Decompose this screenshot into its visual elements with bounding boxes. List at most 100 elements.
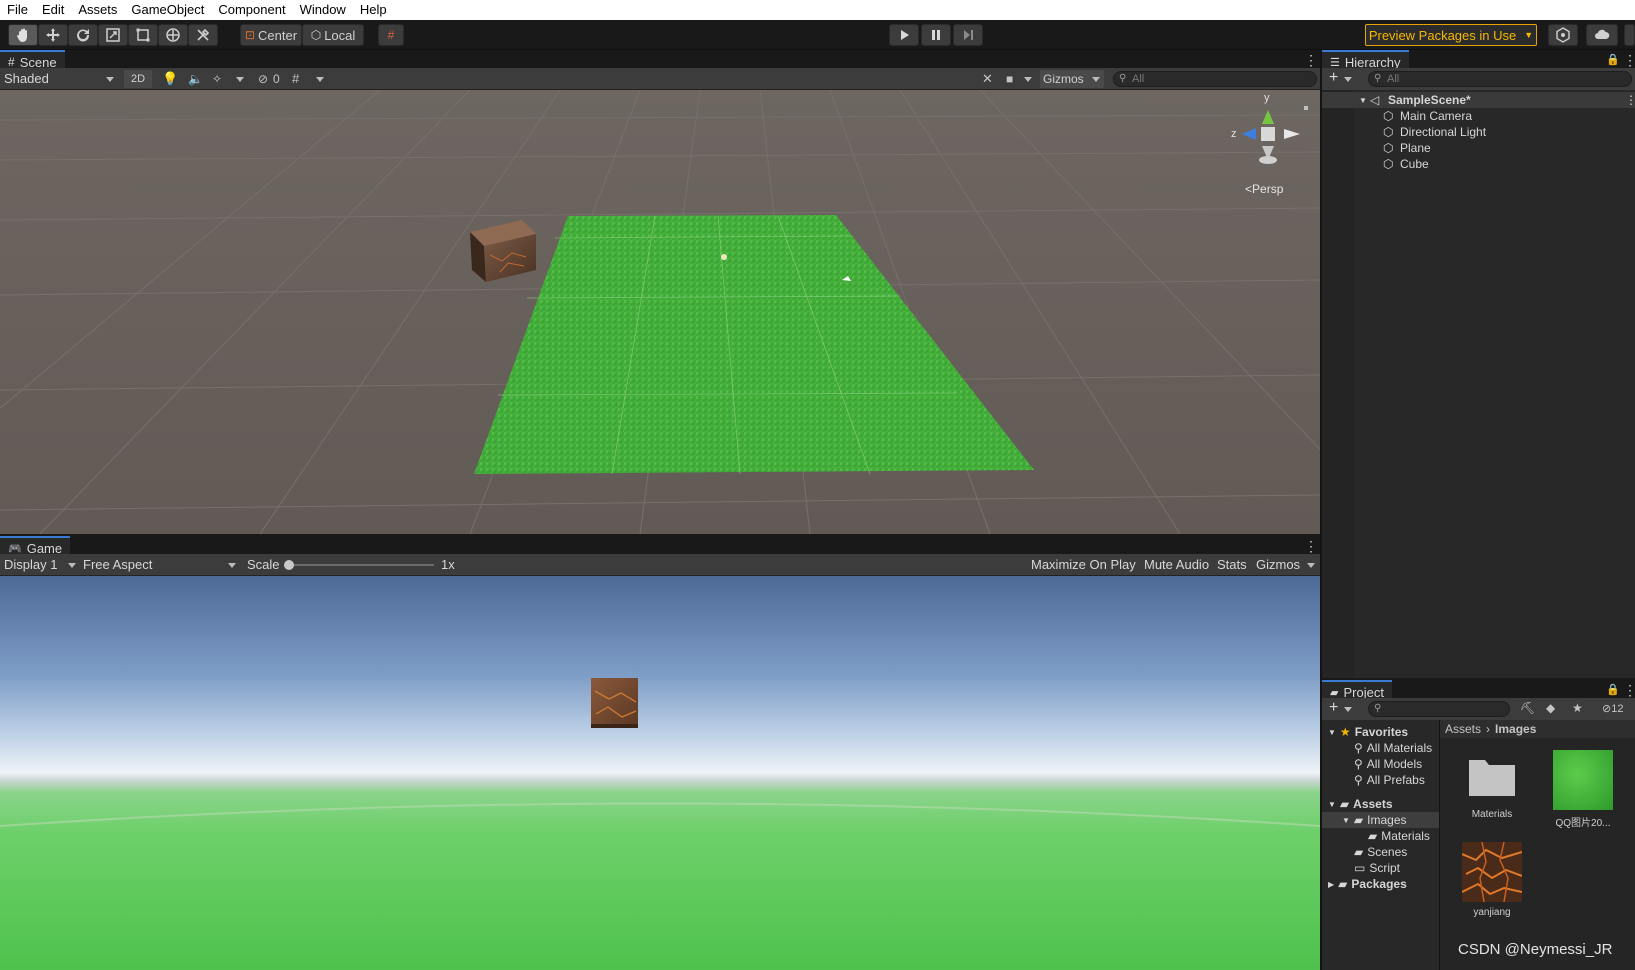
menu-component[interactable]: Component [211,0,292,20]
custom-tool-button[interactable] [188,24,218,46]
tree-favorite-item[interactable]: ⚲ All Prefabs [1354,772,1425,788]
hierarchy-more-icon[interactable]: ⋮ [1623,53,1635,67]
maximize-on-play-toggle[interactable]: Maximize On Play [1031,557,1136,572]
pause-button[interactable] [921,24,951,46]
mute-audio-toggle[interactable]: Mute Audio [1144,557,1209,572]
tree-script[interactable]: ▭ Script [1354,860,1400,876]
hierarchy-scene-row[interactable]: ▼ ◁ SampleScene* ⋮ [1322,92,1635,108]
menu-file[interactable]: File [0,0,35,20]
hand-tool-button[interactable] [8,24,38,46]
scene-more-menu-icon[interactable]: ⋮ [1625,93,1635,107]
toggle-2d-button[interactable]: 2D [124,69,152,88]
gameobject-cube-icon: ⬡ [1383,157,1394,171]
display-dropdown[interactable]: Display 1 [4,557,57,572]
hierarchy-item[interactable]: ⬡ Directional Light [1322,124,1635,140]
expand-triangle-icon[interactable]: ▼ [1359,96,1367,105]
rect-tool-button[interactable] [128,24,158,46]
perspective-toggle[interactable]: <Persp [1245,182,1283,196]
tree-favorites[interactable]: ▼ ★ Favorites [1328,724,1408,740]
tree-favorite-item[interactable]: ⚲ All Materials [1354,740,1432,756]
orientation-gizmo[interactable] [1228,96,1308,168]
game-gizmos-arrow-icon[interactable] [1307,563,1315,568]
asset-tile[interactable]: Materials [1452,754,1532,820]
preview-packages-button[interactable]: Preview Packages in Use ▼ [1365,24,1537,46]
draw-mode-dropdown[interactable]: Shaded [4,71,49,86]
gizmo-lock-icon[interactable] [1304,106,1308,110]
tree-favorite-item[interactable]: ⚲ All Models [1354,756,1422,772]
display-arrow-icon[interactable] [68,563,76,568]
scale-tool-button[interactable] [98,24,128,46]
tree-materials[interactable]: ▰ Materials [1368,828,1430,844]
breadcrumb-root[interactable]: Assets [1445,722,1481,736]
camera-arrow-icon[interactable] [1024,77,1032,82]
favorite-star-icon[interactable]: ★ [1572,701,1583,715]
scale-slider-track[interactable] [288,564,434,566]
transform-icon [166,28,180,42]
move-tool-button[interactable] [38,24,68,46]
hierarchy-item[interactable]: ⬡ Main Camera [1322,108,1635,124]
grid-snap-button[interactable]: # [378,24,404,46]
hierarchy-item[interactable]: ⬡ Cube [1322,156,1635,172]
menu-edit[interactable]: Edit [35,0,71,20]
search-by-type-icon[interactable]: ⛏ [1520,701,1535,715]
breadcrumb-current[interactable]: Images [1495,722,1536,736]
project-search-input[interactable]: ⚲ [1368,701,1510,717]
aspect-dropdown[interactable]: Free Aspect [83,557,152,572]
tree-assets[interactable]: ▼ ▰ Assets [1328,796,1393,812]
search-by-label-icon[interactable]: ◆ [1546,701,1555,715]
effects-icon[interactable]: ✧ [212,72,222,86]
asset-tile[interactable]: QQ图片20... [1543,750,1623,829]
play-button[interactable] [889,24,919,46]
hidden-objects-icon[interactable]: ⊘ [258,72,268,86]
stats-toggle[interactable]: Stats [1217,557,1247,572]
hierarchy-item[interactable]: ⬡ Plane [1322,140,1635,156]
collab-button[interactable] [1548,24,1578,46]
scene-search-input[interactable]: ⚲ All [1113,71,1317,87]
menu-gameobject[interactable]: GameObject [124,0,211,20]
hidden-packages-toggle[interactable]: ⊘12 [1602,702,1623,715]
account-button[interactable] [1624,24,1635,46]
cloud-button[interactable] [1586,24,1618,46]
step-button[interactable] [953,24,983,46]
scale-slider-thumb[interactable] [284,560,294,570]
scene-search-placeholder: All [1132,73,1145,85]
hierarchy-search-input[interactable]: ⚲ All [1368,71,1632,87]
project-add-arrow-icon[interactable] [1344,707,1352,712]
grid-toggle-icon[interactable]: # [292,71,299,86]
project-toolbar: + ⚲ ⛏ ◆ ★ ⊘12 [1322,698,1635,720]
effects-arrow-icon[interactable] [236,77,244,82]
menu-window[interactable]: Window [293,0,353,20]
tree-images[interactable]: ▼ ▰ Images [1322,812,1439,828]
project-add-icon[interactable]: + [1329,699,1338,717]
asset-tile[interactable]: yanjiang [1452,841,1532,918]
menu-help[interactable]: Help [353,0,394,20]
grid-arrow-icon[interactable] [316,77,324,82]
camera-icon[interactable]: ■ [1006,72,1013,86]
tree-packages[interactable]: ▶ ▰ Packages [1328,876,1407,892]
aspect-arrow-icon[interactable] [228,563,236,568]
create-arrow-icon[interactable] [1344,77,1352,82]
scale-label: Scale [247,557,280,572]
grass-texture-thumbnail [1553,750,1613,810]
transform-tool-button[interactable] [158,24,188,46]
scene-tools-icon[interactable]: ✕ [982,71,993,87]
game-more-icon[interactable]: ⋮ [1304,539,1318,553]
pivot-local-toggle[interactable]: ⬡ Local [302,24,364,46]
tree-scenes[interactable]: ▰ Scenes [1354,844,1407,860]
rotate-tool-button[interactable] [68,24,98,46]
lighting-icon[interactable]: 💡 [162,71,178,87]
menu-assets[interactable]: Assets [71,0,124,20]
audio-icon[interactable]: 🔈 [188,72,203,86]
gizmos-arrow-icon[interactable] [1092,77,1100,82]
scene-viewport[interactable]: y z <Persp [0,90,1320,534]
gameobject-cube-icon: ⬡ [1383,125,1394,139]
project-lock-icon[interactable]: 🔒 [1606,683,1620,697]
create-add-icon[interactable]: + [1329,69,1338,87]
persp-label: Persp [1252,182,1284,196]
hierarchy-lock-icon[interactable]: 🔒 [1606,53,1620,67]
project-more-icon[interactable]: ⋮ [1623,683,1635,697]
game-gizmos-toggle[interactable]: Gizmos [1256,557,1300,572]
pivot-center-toggle[interactable]: ⊡ Center [240,24,302,46]
scene-more-icon[interactable]: ⋮ [1304,53,1318,67]
game-viewport[interactable] [0,576,1320,970]
